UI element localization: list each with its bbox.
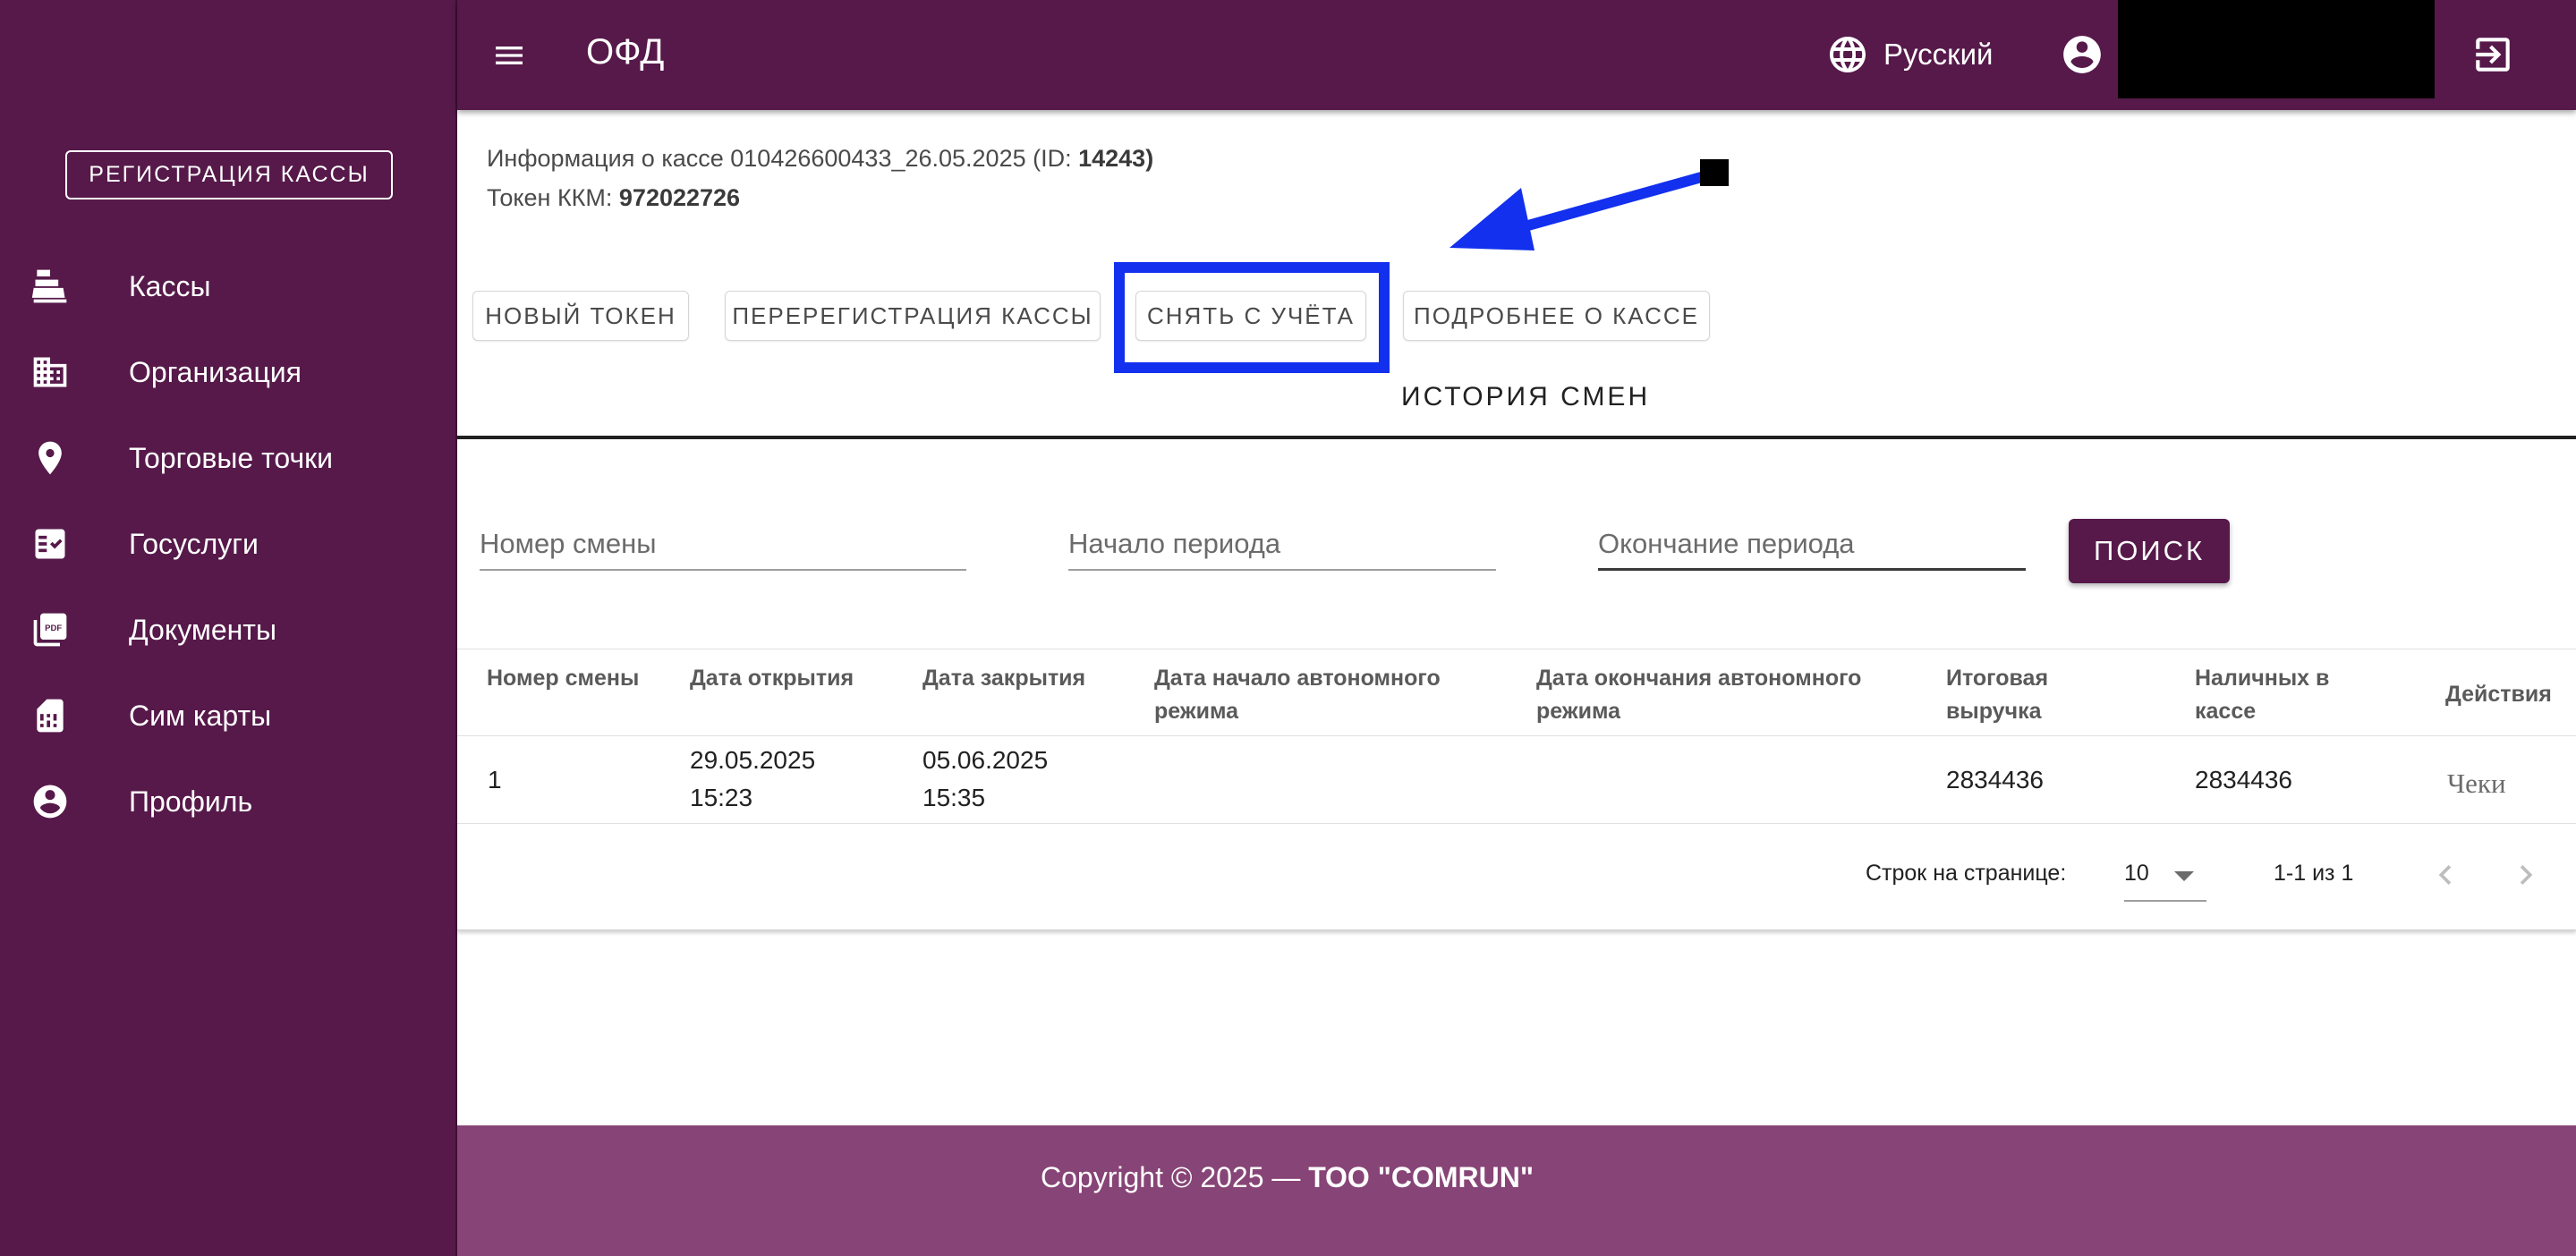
globe-icon[interactable] <box>1826 33 1869 76</box>
period-start-field[interactable] <box>1068 519 1496 571</box>
token-value: 972022726 <box>618 184 741 211</box>
sidebar-item-trade-points[interactable]: Торговые точки <box>0 422 457 494</box>
footer: Copyright © 2025 — ТОО "COMRUN" <box>457 1125 2576 1256</box>
period-start-input[interactable] <box>1068 519 1496 569</box>
reregister-kassa-button[interactable]: Перерегистрация кассы <box>725 291 1101 341</box>
sidebar-item-label: Документы <box>129 613 276 646</box>
new-token-button[interactable]: Новый токен <box>472 291 689 341</box>
sidebar-item-documents[interactable]: PDF Документы <box>0 594 457 666</box>
period-end-field[interactable] <box>1598 519 2026 571</box>
account-icon[interactable] <box>2060 32 2104 77</box>
cell-cash-in-register: 2834436 <box>2195 766 2293 793</box>
table-row[interactable]: 1 29.05.2025 15:23 05.06.2025 15:35 2834… <box>457 736 2576 824</box>
logout-icon[interactable] <box>2470 32 2515 77</box>
language-selector[interactable]: Русский <box>1883 38 1993 72</box>
chevron-left-icon[interactable] <box>2426 855 2465 895</box>
rows-per-page-select[interactable]: 10 <box>2124 850 2206 902</box>
rows-per-page-label: Строк на странице: <box>1866 861 2067 886</box>
checklist-icon <box>30 524 70 564</box>
sidebar-item-kassy[interactable]: Кассы <box>0 250 457 322</box>
account-circle-icon <box>30 782 70 821</box>
sim-card-icon <box>30 696 70 735</box>
svg-text:PDF: PDF <box>45 624 62 633</box>
table-header: Номер смены Дата открытия Дата закрытия … <box>457 649 2576 736</box>
location-pin-icon <box>30 438 70 478</box>
sidebar-item-label: Кассы <box>129 269 211 302</box>
kassa-info: Информация о кассе 010426600433_26.05.20… <box>487 145 1154 172</box>
receipts-link[interactable]: Чеки <box>2447 768 2506 800</box>
sidebar-item-label: Госуслуги <box>129 527 259 560</box>
shift-number-input[interactable] <box>480 519 966 569</box>
column-header[interactable]: Наличных в кассе <box>2195 662 2374 728</box>
sidebar-item-label: Организация <box>129 355 302 388</box>
column-header[interactable]: Дата окончания автономного режима <box>1536 662 1894 728</box>
register-kassa-button[interactable]: Регистрация кассы <box>65 150 393 199</box>
copyright: Copyright © 2025 — ТОО "COMRUN" <box>1041 1161 1535 1193</box>
sidebar-item-organization[interactable]: Организация <box>0 336 457 408</box>
token-info: Токен ККМ: 972022726 <box>487 184 741 211</box>
redacted-user-name <box>2118 0 2435 98</box>
rows-per-page-value: 10 <box>2124 861 2149 886</box>
kassa-id: 14243 <box>1078 145 1146 172</box>
column-header[interactable]: Итоговая выручка <box>1946 662 2107 728</box>
kassa-details-button[interactable]: Подробнее о кассе <box>1403 291 1710 341</box>
period-end-input[interactable] <box>1598 519 2026 569</box>
search-button[interactable]: Поиск <box>2069 519 2230 583</box>
annotation-highlight-box <box>1114 262 1390 373</box>
column-header[interactable]: Дата открытия <box>690 662 896 695</box>
company-name: ТОО "COMRUN" <box>1308 1161 1535 1193</box>
column-header: Действия <box>2445 682 2552 707</box>
annotation-marker <box>1700 159 1729 186</box>
sidebar: Регистрация кассы Кассы Организация Торг… <box>0 0 457 1256</box>
sidebar-item-label: Профиль <box>129 785 253 818</box>
tab-shift-history[interactable]: История смен <box>1401 382 1650 412</box>
cell-total-revenue: 2834436 <box>1946 766 2045 793</box>
cell-shift-number: 1 <box>488 766 502 793</box>
app-title: ОФД <box>586 32 665 72</box>
chevron-right-icon[interactable] <box>2506 855 2546 895</box>
caret-down-icon <box>2174 871 2194 881</box>
hamburger-menu-icon[interactable] <box>488 34 531 77</box>
top-app-bar: ОФД Русский <box>457 0 2576 110</box>
sidebar-item-sim-cards[interactable]: Сим карты <box>0 680 457 751</box>
shift-number-field[interactable] <box>480 519 966 571</box>
sidebar-item-gosuslugi[interactable]: Госуслуги <box>0 508 457 580</box>
column-header[interactable]: Дата закрытия <box>922 662 1128 695</box>
cell-open-date: 29.05.2025 15:23 <box>690 746 816 811</box>
cell-close-date: 05.06.2025 15:35 <box>922 746 1049 811</box>
sidebar-item-label: Торговые точки <box>129 441 334 474</box>
annotation-arrow <box>1450 171 1706 250</box>
sidebar-item-profile[interactable]: Профиль <box>0 766 457 837</box>
building-icon <box>30 352 70 392</box>
pdf-document-icon: PDF <box>30 610 70 649</box>
table-pagination: Строк на странице: 10 1-1 из 1 <box>457 823 2576 930</box>
page-range: 1-1 из 1 <box>2274 861 2354 886</box>
column-header[interactable]: Номер смены <box>487 662 666 695</box>
sidebar-item-label: Сим карты <box>129 699 272 732</box>
column-header[interactable]: Дата начало автономного режима <box>1154 662 1476 728</box>
tab-indicator <box>457 436 2576 439</box>
cash-register-icon <box>30 267 70 306</box>
